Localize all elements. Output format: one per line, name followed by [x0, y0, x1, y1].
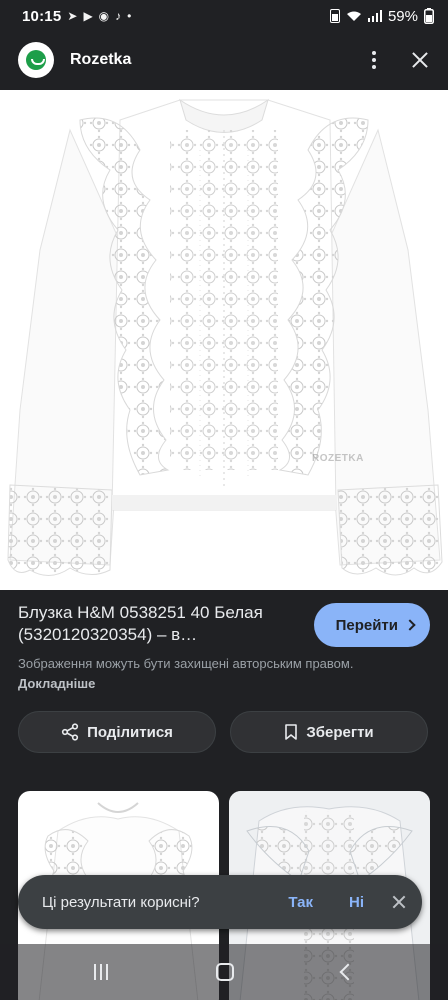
battery-icon: [424, 8, 434, 24]
close-icon[interactable]: [410, 50, 430, 70]
save-button[interactable]: Зберегти: [230, 711, 428, 753]
home-icon[interactable]: [216, 963, 234, 981]
telegram-icon: ➤: [67, 9, 78, 23]
navigation-bar: [0, 944, 448, 1000]
learn-more-link[interactable]: Докладніше: [18, 676, 95, 691]
copyright-notice: Зображення можуть бути захищені авторськ…: [18, 654, 418, 694]
battery-saver-icon: [329, 9, 340, 23]
viewer-header: Rozetka: [0, 32, 448, 88]
status-bar: 10:15 ➤ ▶ ◉ ♪ • 59%: [0, 0, 448, 32]
close-icon[interactable]: [392, 895, 406, 909]
recent-apps-icon[interactable]: [94, 964, 108, 980]
back-icon[interactable]: [339, 963, 357, 981]
tiktok-icon: ♪: [115, 9, 122, 23]
rozetka-logo[interactable]: [18, 42, 54, 78]
wifi-icon: [346, 11, 361, 21]
share-button[interactable]: Поділитися: [18, 711, 216, 753]
chrome-icon: ◉: [98, 9, 110, 23]
feedback-yes-button[interactable]: Так: [288, 894, 313, 911]
site-name[interactable]: Rozetka: [70, 51, 131, 69]
result-title-row: Блузка H&M 0538251 40 Белая (53201203203…: [18, 602, 430, 647]
result-title[interactable]: Блузка H&M 0538251 40 Белая (53201203203…: [18, 602, 288, 646]
blouse-illustration: [7, 98, 443, 576]
watermark: ROZETKA: [312, 453, 364, 464]
save-label: Зберегти: [306, 723, 374, 741]
feedback-no-button[interactable]: Ні: [349, 894, 364, 911]
share-label: Поділитися: [87, 723, 173, 741]
visit-button-label: Перейти: [335, 616, 398, 634]
copyright-text: Зображення можуть бути захищені авторськ…: [18, 656, 354, 671]
feedback-toast: Ці результати корисні? Так Ні: [18, 875, 422, 929]
chevron-right-icon: [404, 619, 416, 631]
smile-icon: [26, 50, 46, 70]
product-image[interactable]: ROZETKA: [0, 90, 448, 590]
bookmark-icon: [285, 724, 298, 740]
share-icon: [61, 723, 79, 741]
feedback-question: Ці результати корисні?: [42, 893, 200, 911]
status-time: 10:15: [22, 7, 62, 25]
send-icon: ▶: [83, 9, 93, 23]
dot-icon: •: [127, 9, 132, 23]
visit-button[interactable]: Перейти: [313, 603, 430, 647]
battery-percentage: 59%: [387, 7, 418, 25]
action-row: Поділитися Зберегти: [18, 711, 428, 753]
header-actions: [366, 47, 430, 73]
signal-icon: [367, 10, 382, 22]
status-left: 10:15 ➤ ▶ ◉ ♪ •: [22, 8, 131, 25]
status-right: 59%: [329, 7, 434, 25]
more-options-icon[interactable]: [366, 47, 382, 73]
